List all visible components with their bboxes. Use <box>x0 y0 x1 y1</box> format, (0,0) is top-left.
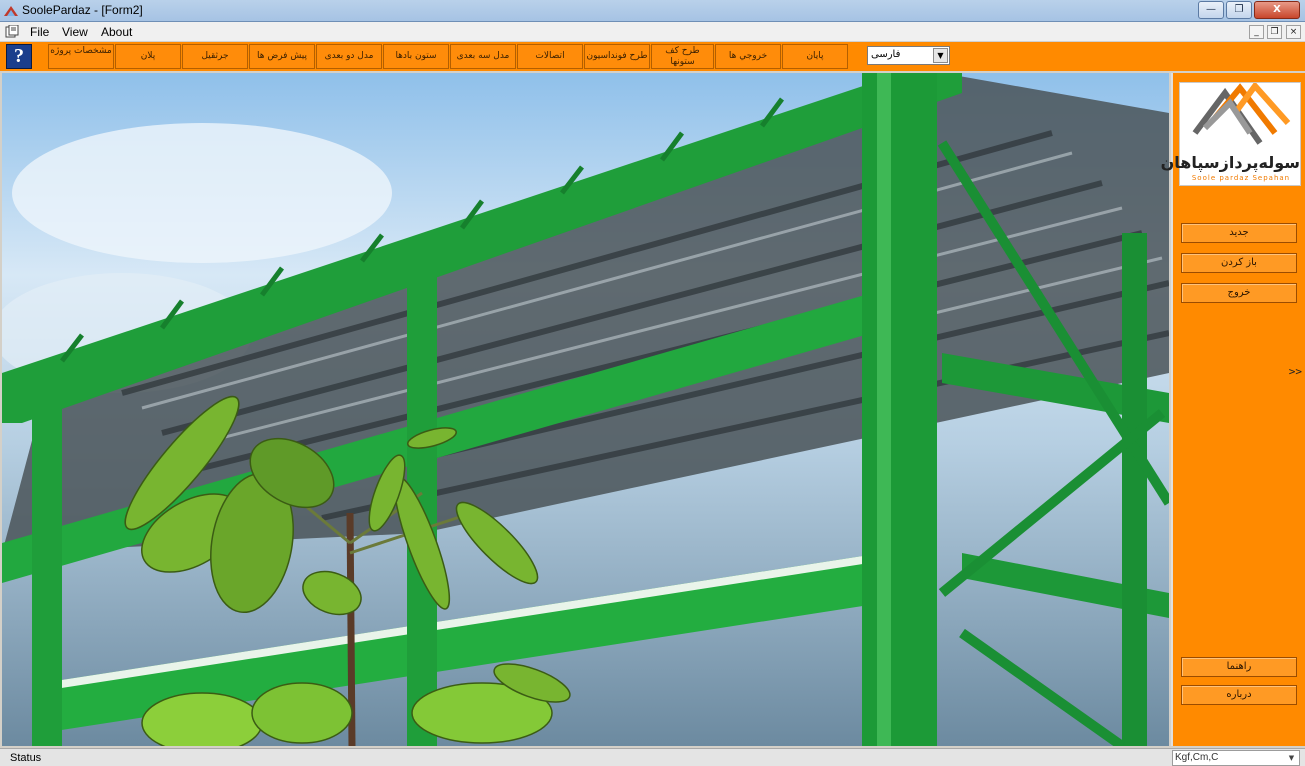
finish-button[interactable]: پایان <box>782 44 848 69</box>
menu-about[interactable]: About <box>98 24 135 40</box>
logo-text: سوله‌پردازسپاهان <box>1160 153 1300 172</box>
open-project-button[interactable]: باز کردن <box>1181 253 1297 273</box>
3d-model-button[interactable]: مدل سه بعدی <box>450 44 516 69</box>
status-bar: Status Kgf,Cm,C ▼ <box>0 748 1305 766</box>
new-project-button[interactable]: جدید <box>1181 223 1297 243</box>
menu-view[interactable]: View <box>59 24 91 40</box>
expand-panel-button[interactable]: >> <box>1289 365 1302 378</box>
mdi-restore-button[interactable]: ❐ <box>1267 25 1282 39</box>
base-plate-design-button[interactable]: طرح کف ستونها <box>651 44 714 69</box>
foundation-design-button[interactable]: طرح فونداسیون <box>584 44 650 69</box>
project-specs-button[interactable]: مشخصات پروژه <box>48 44 114 69</box>
company-logo: سوله‌پردازسپاهان Soole pardaz Sepahan <box>1160 81 1301 186</box>
language-select[interactable]: فارسی ▼ <box>867 46 950 65</box>
chevron-down-icon[interactable]: ▼ <box>1285 752 1298 764</box>
document-icon[interactable] <box>5 25 19 39</box>
menu-file[interactable]: File <box>27 24 52 40</box>
window-title: SoolePardaz - [Form2] <box>22 3 143 17</box>
main-toolbar: ? مشخصات پروژه پلان جرثقیل پیش فرض ها مد… <box>0 42 1305 71</box>
help-guide-button[interactable]: راهنما <box>1181 657 1297 677</box>
logo-mark-icon <box>1192 81 1291 145</box>
minimize-button[interactable]: — <box>1198 1 1224 19</box>
side-panel: سوله‌پردازسپاهان Soole pardaz Sepahan جد… <box>1160 73 1305 746</box>
units-select[interactable]: Kgf,Cm,C ▼ <box>1172 750 1300 766</box>
mdi-minimize-button[interactable]: _ <box>1249 25 1264 39</box>
logo-subtitle: Soole pardaz Sepahan <box>1191 174 1291 182</box>
restore-button[interactable]: ❐ <box>1226 1 1252 19</box>
steel-structure-image <box>2 73 1169 746</box>
units-value: Kgf,Cm,C <box>1175 752 1219 763</box>
mdi-close-button[interactable]: × <box>1286 25 1301 39</box>
help-button[interactable]: ? <box>6 44 32 69</box>
2d-model-button[interactable]: مدل دو بعدی <box>316 44 382 69</box>
outputs-button[interactable]: خروجي ها <box>715 44 781 69</box>
wind-columns-button[interactable]: ستون بادها <box>383 44 449 69</box>
connections-button[interactable]: اتصالات <box>517 44 583 69</box>
menubar: File View About _ ❐ × <box>0 22 1305 42</box>
status-text: Status <box>10 752 42 764</box>
about-button[interactable]: درباره <box>1181 685 1297 705</box>
crane-button[interactable]: جرثقیل <box>182 44 248 69</box>
close-button[interactable]: X <box>1254 1 1300 19</box>
window-titlebar: SoolePardaz - [Form2] — ❐ X <box>0 0 1305 22</box>
language-value: فارسی <box>871 49 901 60</box>
background-photo <box>2 73 1169 746</box>
chevron-down-icon[interactable]: ▼ <box>933 48 948 63</box>
app-window-icon <box>4 6 18 16</box>
exit-button[interactable]: خروج <box>1181 283 1297 303</box>
plan-button[interactable]: پلان <box>115 44 181 69</box>
defaults-button[interactable]: پیش فرض ها <box>249 44 315 69</box>
